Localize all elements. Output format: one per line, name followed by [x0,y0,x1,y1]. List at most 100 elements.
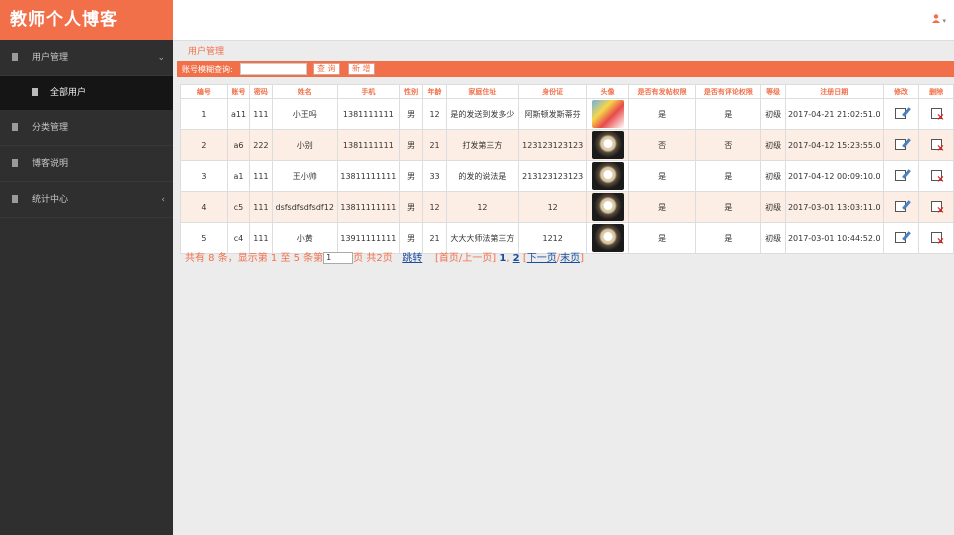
table-cell-level: 初级 [760,191,786,223]
column-header: 账号 [226,84,251,99]
avatar [591,224,624,252]
search-label: 账号模糊查询: [182,65,233,74]
table-cell-date: 2017-04-12 15:23:55.0 [784,129,884,161]
table-row: 2 a6 222 小别 1381111111 男 21 打发第三方 123123123123 否否… [180,129,954,161]
table-header-row: 编号 账号 密码 姓名 手机 性别 年龄 家庭住址 身份证 头像 是否有发帖权限… [180,84,954,99]
table-cell-post_perm: 是 [628,222,697,254]
sidebar: 教师个人博客 用户管理 ⌄ 全部用户 分类管理 博客说明 统计中心 ‹ [0,0,173,535]
user-menu[interactable]: ▾ [932,14,946,26]
page-link[interactable]: 2 [513,253,520,264]
query-button[interactable]: 查 询 [313,63,340,75]
table-cell-account: a6 [226,129,251,161]
edit-cell [882,98,920,130]
page-title: 用户管理 [188,47,225,57]
table-cell-date: 2017-03-01 10:44:52.0 [784,222,884,254]
page-number-input[interactable]: 1 [323,252,354,264]
table-cell-idcard: 阿斯顿发斯蒂芬 [518,98,588,130]
sidebar-item-category-management[interactable]: 分类管理 [0,110,173,146]
edit-icon[interactable] [895,200,907,212]
column-header: 家庭住址 [445,84,520,99]
table-cell-avatar [586,98,630,130]
last-page-link[interactable]: 末页 [560,253,580,264]
column-header: 姓名 [271,84,338,99]
table-cell-date: 2017-03-01 13:03:11.0 [784,191,884,223]
next-page-link[interactable]: 下一页 [527,253,557,264]
table-cell-comment_perm: 是 [695,98,762,130]
pagination-summary: 共有 8 条，显示第 1 至 5 条第 [185,253,324,264]
delete-cell [918,129,954,161]
chevron-left-icon: ‹ [161,195,165,205]
edit-cell [882,222,920,254]
delete-icon[interactable] [930,231,945,247]
sidebar-item-label: 博客说明 [32,159,69,169]
table-cell-account: c5 [226,191,251,223]
table-cell-address: 12 [445,191,520,223]
table-cell-id: 4 [180,191,228,223]
table-cell-post_perm: 是 [628,191,697,223]
sidebar-item-blog-info[interactable]: 博客说明 [0,146,173,182]
column-header: 头像 [586,84,630,99]
table-row: 1 a11 111 小王吗 1381111111 男 12 是的发送到发多少 阿斯顿发斯蒂芬 是是… [180,98,954,130]
edit-icon[interactable] [895,231,907,243]
table-cell-password: 222 [249,129,273,161]
avatar [591,162,624,190]
user-icon [932,14,941,23]
pagination-total: 页 共2页 [353,253,393,264]
table-cell-comment_perm: 是 [695,191,762,223]
table-cell-phone: 1381111111 [336,98,400,130]
delete-icon[interactable] [930,138,945,154]
table-cell-comment_perm: 是 [695,222,762,254]
edit-icon[interactable] [895,107,907,119]
file-icon [12,194,18,203]
avatar [591,193,624,221]
column-header: 身份证 [518,84,588,99]
search-input[interactable] [240,63,307,75]
delete-icon[interactable] [930,107,945,123]
app-title: 教师个人博客 [0,0,173,40]
table-cell-avatar [586,222,630,254]
table-cell-avatar [586,191,630,223]
table-cell-account: a1 [226,160,251,192]
table-cell-id: 1 [180,98,228,130]
edit-icon[interactable] [895,169,907,181]
delete-icon[interactable] [930,200,945,216]
table-cell-comment_perm: 否 [695,129,762,161]
table-cell-comment_perm: 是 [695,160,762,192]
sidebar-item-statistics[interactable]: 统计中心 ‹ [0,182,173,218]
table-cell-gender: 男 [398,191,424,223]
file-icon [32,87,38,96]
column-header: 性别 [398,84,424,99]
column-header: 删除 [918,84,954,99]
avatar [591,100,624,128]
jump-link[interactable]: 跳转 [402,253,422,264]
table-cell-level: 初级 [760,222,786,254]
sidebar-item-label: 用户管理 [32,53,69,63]
table-cell-password: 111 [249,160,273,192]
column-header: 等级 [760,84,786,99]
sidebar-item-all-users[interactable]: 全部用户 [0,76,173,110]
edit-icon[interactable] [895,138,907,150]
sidebar-item-user-management[interactable]: 用户管理 ⌄ [0,40,173,76]
delete-cell [918,191,954,223]
table-cell-id: 3 [180,160,228,192]
main-content: 用户管理 账号模糊查询: 查 询 新 增 编号 账号 密码 姓名 手机 性别 年… [173,41,954,535]
file-icon [12,122,18,131]
avatar [591,131,624,159]
file-icon [12,52,18,61]
add-button[interactable]: 新 增 [348,63,375,75]
table-cell-password: 111 [249,98,273,130]
delete-cell [918,98,954,130]
table-cell-date: 2017-04-21 21:02:51.0 [784,98,884,130]
column-header: 是否有评论权限 [695,84,762,99]
sidebar-item-label: 分类管理 [32,123,69,133]
table-cell-idcard: 12 [518,191,588,223]
sidebar-item-label: 全部用户 [50,88,87,98]
table-cell-gender: 男 [398,160,424,192]
table-cell-age: 21 [422,129,447,161]
first-prev-link: [首页/上一页] [434,253,497,264]
delete-icon[interactable] [930,169,945,185]
table-cell-idcard: 213123123123 [518,160,588,192]
table-cell-id: 2 [180,129,228,161]
table-cell-name: 小王吗 [271,98,338,130]
table-cell-age: 12 [422,191,447,223]
